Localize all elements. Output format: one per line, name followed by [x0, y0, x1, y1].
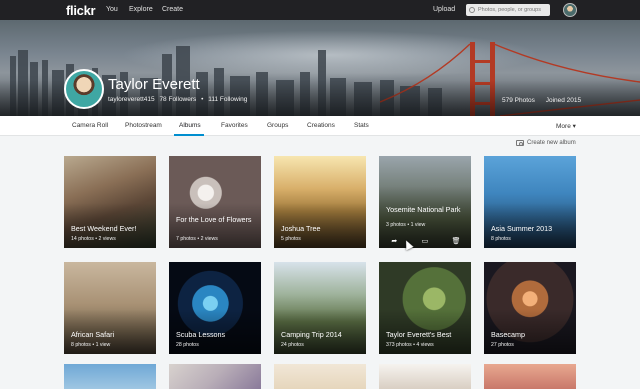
- profile-meta: tayloreverett415 78 Followers • 111 Foll…: [108, 96, 250, 103]
- tab-camera-roll[interactable]: Camera Roll: [72, 122, 108, 129]
- profile-name: Taylor Everett: [108, 76, 200, 93]
- top-nav-bar: flickr You Explore Create Upload: [0, 0, 640, 20]
- profile-username[interactable]: tayloreverett415: [108, 96, 155, 103]
- album-add-icon: [516, 140, 524, 146]
- active-tab-indicator: [174, 134, 204, 136]
- album-title: Camping Trip 2014: [281, 330, 342, 339]
- album-card[interactable]: Yosemite National Park 3 photos • 1 view…: [379, 156, 471, 248]
- album-meta: 373 photos • 4 views: [386, 342, 434, 348]
- nav-you[interactable]: You: [106, 6, 118, 13]
- tab-photostream[interactable]: Photostream: [125, 122, 162, 129]
- photo-count: 579 Photos: [502, 97, 535, 104]
- search-icon: [469, 7, 475, 13]
- album-card[interactable]: Camping Trip 2014 24 photos: [274, 262, 366, 354]
- following-link[interactable]: 111 Following: [208, 96, 247, 103]
- create-album-button[interactable]: Create new album: [516, 140, 576, 146]
- album-title: Asia Summer 2013: [491, 224, 553, 233]
- album-meta: 8 photos: [491, 236, 511, 242]
- album-meta: 7 photos • 2 views: [176, 236, 218, 242]
- album-title: African Safari: [71, 330, 115, 339]
- meta-separator: •: [201, 96, 204, 103]
- profile-stats: 579 Photos Joined 2015: [502, 97, 581, 104]
- trash-icon[interactable]: 🗑: [452, 238, 461, 245]
- followers-link[interactable]: 78 Followers: [159, 96, 196, 103]
- album-meta: 8 photos • 1 view: [71, 342, 111, 348]
- album-title: Basecamp: [491, 330, 525, 339]
- album-title: For the Love of Flowers: [176, 215, 252, 224]
- album-card[interactable]: Basecamp 27 photos: [484, 262, 576, 354]
- upload-link[interactable]: Upload: [433, 6, 455, 13]
- album-card[interactable]: Asia Summer 2013 8 photos: [484, 156, 576, 248]
- share-icon[interactable]: ➦: [390, 238, 398, 245]
- album-card[interactable]: Scuba Lessons 28 photos: [169, 262, 261, 354]
- album-card[interactable]: Taylor Everett's Best 373 photos • 4 vie…: [379, 262, 471, 354]
- tab-creations[interactable]: Creations: [307, 122, 335, 129]
- album-meta: 27 photos: [491, 342, 514, 348]
- album-card[interactable]: [379, 364, 471, 389]
- album-card[interactable]: [169, 364, 261, 389]
- create-album-label: Create new album: [527, 140, 576, 146]
- album-title: Taylor Everett's Best: [386, 330, 452, 339]
- joined-date: Joined 2015: [545, 97, 582, 104]
- album-title: Scuba Lessons: [176, 330, 226, 339]
- album-card[interactable]: [484, 364, 576, 389]
- album-title: Yosemite National Park: [386, 205, 461, 214]
- user-avatar[interactable]: [563, 3, 577, 17]
- tab-favorites[interactable]: Favorites: [221, 122, 248, 129]
- search-box[interactable]: [466, 4, 550, 16]
- nav-create[interactable]: Create: [162, 6, 183, 13]
- open-book-icon[interactable]: ▭: [421, 238, 429, 245]
- album-card[interactable]: [274, 364, 366, 389]
- more-menu[interactable]: More ▾: [556, 122, 576, 130]
- album-title: Best Weekend Ever!: [71, 224, 137, 233]
- search-input[interactable]: [478, 7, 548, 13]
- album-meta: 14 photos • 2 views: [71, 236, 116, 242]
- flickr-logo[interactable]: flickr: [66, 3, 96, 18]
- profile-tabs: Camera Roll Photostream Albums Favorites…: [0, 116, 640, 136]
- album-card[interactable]: Best Weekend Ever! 14 photos • 2 views: [64, 156, 156, 248]
- album-actions: ➦ ▭ 🗑: [379, 234, 471, 248]
- album-card[interactable]: Joshua Tree 5 photos: [274, 156, 366, 248]
- album-card[interactable]: For the Love of Flowers 7 photos • 2 vie…: [169, 156, 261, 248]
- album-card[interactable]: African Safari 8 photos • 1 view: [64, 262, 156, 354]
- tab-stats[interactable]: Stats: [354, 122, 369, 129]
- tab-albums[interactable]: Albums: [179, 122, 201, 129]
- album-title: Joshua Tree: [281, 224, 321, 233]
- profile-avatar[interactable]: [64, 69, 104, 109]
- album-meta: 5 photos: [281, 236, 301, 242]
- album-meta: 3 photos • 1 view: [386, 222, 426, 228]
- album-meta: 24 photos: [281, 342, 304, 348]
- nav-explore[interactable]: Explore: [129, 6, 153, 13]
- album-meta: 28 photos: [176, 342, 199, 348]
- tab-groups[interactable]: Groups: [267, 122, 288, 129]
- album-card[interactable]: [64, 364, 156, 389]
